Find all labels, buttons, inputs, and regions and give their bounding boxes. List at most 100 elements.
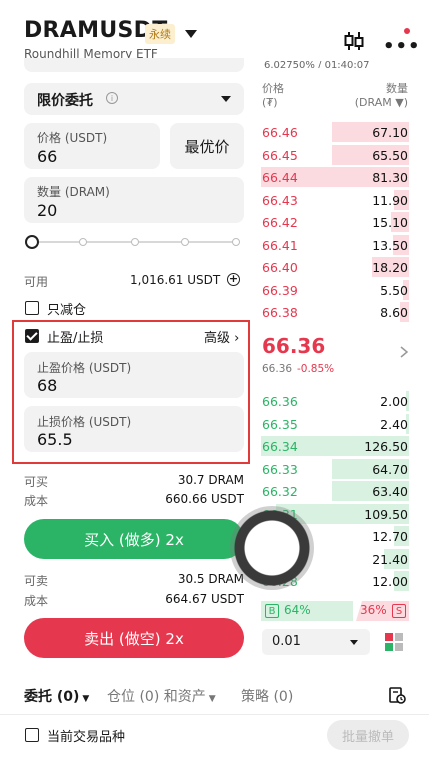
bid-quantity: 21.40 bbox=[372, 551, 408, 567]
layout-icon[interactable] bbox=[384, 632, 404, 652]
plus-circle-icon[interactable]: + bbox=[227, 273, 240, 286]
perpetual-badge: 永续 bbox=[145, 24, 175, 44]
current-pair-checkbox[interactable] bbox=[25, 728, 39, 742]
chevron-down-icon bbox=[350, 640, 358, 645]
quantity-input[interactable]: 数量 (DRAM) 20 bbox=[24, 177, 244, 223]
ask-row[interactable]: 66.42 15.10 bbox=[261, 210, 409, 232]
order-type-select[interactable]: 限价委托 i bbox=[24, 83, 244, 115]
batch-cancel-button[interactable]: 批量撤单 bbox=[327, 720, 409, 750]
price-value[interactable]: 66 bbox=[37, 147, 57, 166]
bid-row[interactable]: 66.34 126.50 bbox=[261, 434, 409, 456]
current-pair-label: 当前交易品种 bbox=[47, 730, 126, 745]
ask-quantity: 67.10 bbox=[372, 125, 408, 140]
ask-quantity: 13.50 bbox=[372, 237, 408, 253]
ask-price: 66.43 bbox=[262, 192, 298, 208]
tab-orders-label: 委托 (0) bbox=[24, 689, 80, 705]
slider-mark-100[interactable] bbox=[232, 238, 240, 246]
bid-quantity: 12.70 bbox=[372, 529, 408, 544]
ob-qty-header: 数量 bbox=[386, 82, 408, 95]
bid-price: 66.34 bbox=[262, 439, 298, 454]
depth-step-value: 0.01 bbox=[272, 634, 301, 649]
ask-quantity: 5.50 bbox=[380, 282, 408, 298]
ask-quantity: 8.60 bbox=[380, 305, 408, 320]
last-price: 66.36 bbox=[262, 334, 326, 358]
take-profit-value[interactable]: 68 bbox=[37, 376, 57, 395]
info-icon[interactable]: i bbox=[106, 92, 118, 104]
bid-row[interactable]: 66.33 64.70 bbox=[261, 457, 409, 479]
ask-row[interactable]: 66.38 8.60 bbox=[261, 300, 409, 322]
chevron-right-icon[interactable] bbox=[399, 345, 409, 359]
bid-row[interactable]: 66.35 2.40 bbox=[261, 412, 409, 434]
candlestick-chart-icon[interactable] bbox=[343, 30, 365, 52]
bid-price: 66.32 bbox=[262, 484, 298, 499]
buy-ratio-value: 64% bbox=[284, 603, 311, 617]
tab-strategy[interactable]: 策略 (0) bbox=[241, 686, 293, 706]
ask-price: 66.45 bbox=[262, 147, 298, 163]
ask-price: 66.39 bbox=[262, 282, 298, 298]
buy-long-button[interactable]: 买入 (做多) 2x bbox=[24, 519, 244, 559]
stop-loss-value[interactable]: 65.5 bbox=[37, 430, 73, 449]
reduce-only-checkbox[interactable] bbox=[25, 301, 39, 315]
stop-loss-input[interactable]: 止损价格 (USDT) 65.5 bbox=[24, 406, 244, 452]
buy-cost-value: 660.66 USDT bbox=[165, 492, 244, 506]
stop-loss-label: 止损价格 (USDT) bbox=[37, 415, 132, 429]
ask-row[interactable]: 66.45 65.50 bbox=[261, 143, 409, 165]
sell-max-label: 可卖 bbox=[24, 574, 49, 588]
best-price-button[interactable]: 最优价 bbox=[170, 123, 244, 169]
ob-price-header: 价格 bbox=[262, 82, 284, 95]
bid-row[interactable]: 66.32 63.40 bbox=[261, 479, 409, 501]
bid-quantity: 64.70 bbox=[372, 461, 408, 477]
depth-step-select[interactable]: 0.01 bbox=[262, 629, 370, 655]
sell-cost-label: 成本 bbox=[24, 594, 49, 608]
floating-assistant-button[interactable] bbox=[230, 506, 314, 590]
ask-quantity: 81.30 bbox=[372, 170, 408, 185]
ask-quantity: 65.50 bbox=[372, 147, 408, 163]
take-profit-input[interactable]: 止盈价格 (USDT) 68 bbox=[24, 352, 244, 398]
slider-mark-25[interactable] bbox=[79, 238, 87, 246]
bid-row[interactable]: 66.36 2.00 bbox=[261, 389, 409, 411]
tpsl-checkbox[interactable] bbox=[25, 329, 39, 343]
slider-mark-75[interactable] bbox=[181, 238, 189, 246]
sell-cost-value: 664.67 USDT bbox=[165, 592, 244, 606]
notification-dot bbox=[404, 28, 410, 34]
more-icon[interactable]: ••• bbox=[383, 36, 421, 57]
ask-row[interactable]: 66.39 5.50 bbox=[261, 278, 409, 300]
chevron-down-icon bbox=[221, 96, 231, 102]
ask-row[interactable]: 66.46 67.10 bbox=[261, 120, 409, 142]
ask-row[interactable]: 66.40 18.20 bbox=[261, 255, 409, 277]
price-label: 价格 (USDT) bbox=[37, 131, 108, 145]
tab-orders[interactable]: 委托 (0) ▼ bbox=[24, 686, 89, 706]
ask-row[interactable]: 66.44 81.30 bbox=[261, 165, 409, 187]
slider-mark-50[interactable] bbox=[131, 238, 139, 246]
ask-price: 66.46 bbox=[262, 125, 298, 140]
bid-price: 66.36 bbox=[262, 394, 298, 409]
tpsl-label: 止盈/止损 bbox=[47, 331, 104, 346]
funding-rate-fragment: 6.02750% / 01:40:07 bbox=[264, 60, 370, 68]
ask-row[interactable]: 66.41 13.50 bbox=[261, 233, 409, 255]
sell-short-button[interactable]: 卖出 (做空) 2x bbox=[24, 618, 244, 658]
tab-positions[interactable]: 仓位 (0) 和资产 ▼ bbox=[107, 686, 216, 706]
tab-positions-label: 仓位 (0) 和资产 bbox=[107, 689, 206, 705]
bid-quantity: 126.50 bbox=[364, 439, 408, 454]
take-profit-label: 止盈价格 (USDT) bbox=[37, 361, 132, 375]
available-value: 1,016.61 USDT bbox=[130, 273, 221, 287]
bid-price: 66.35 bbox=[262, 416, 298, 432]
price-input[interactable]: 价格 (USDT) 66 bbox=[24, 123, 160, 169]
price-change: -0.85% bbox=[297, 363, 335, 375]
bid-quantity: 2.40 bbox=[380, 416, 408, 432]
bid-quantity: 109.50 bbox=[364, 506, 408, 522]
sell-max-value: 30.5 DRAM bbox=[177, 572, 244, 586]
quantity-value[interactable]: 20 bbox=[37, 201, 57, 220]
slider-handle[interactable] bbox=[25, 235, 39, 249]
buy-max-value: 30.7 DRAM bbox=[177, 473, 244, 487]
ask-quantity: 11.90 bbox=[372, 192, 408, 208]
order-history-icon[interactable] bbox=[388, 686, 406, 704]
buy-max-label: 可买 bbox=[24, 475, 49, 489]
symbol-dropdown-icon[interactable] bbox=[185, 30, 197, 38]
ask-row[interactable]: 66.43 11.90 bbox=[261, 188, 409, 210]
advanced-link[interactable]: 高级 › bbox=[204, 327, 239, 346]
tabs-divider bbox=[0, 714, 429, 715]
mark-price: 66.36 bbox=[262, 363, 293, 375]
ob-qty-unit-select[interactable]: (DRAM ▼) bbox=[340, 96, 408, 109]
ob-price-unit: (₮) bbox=[262, 96, 278, 109]
